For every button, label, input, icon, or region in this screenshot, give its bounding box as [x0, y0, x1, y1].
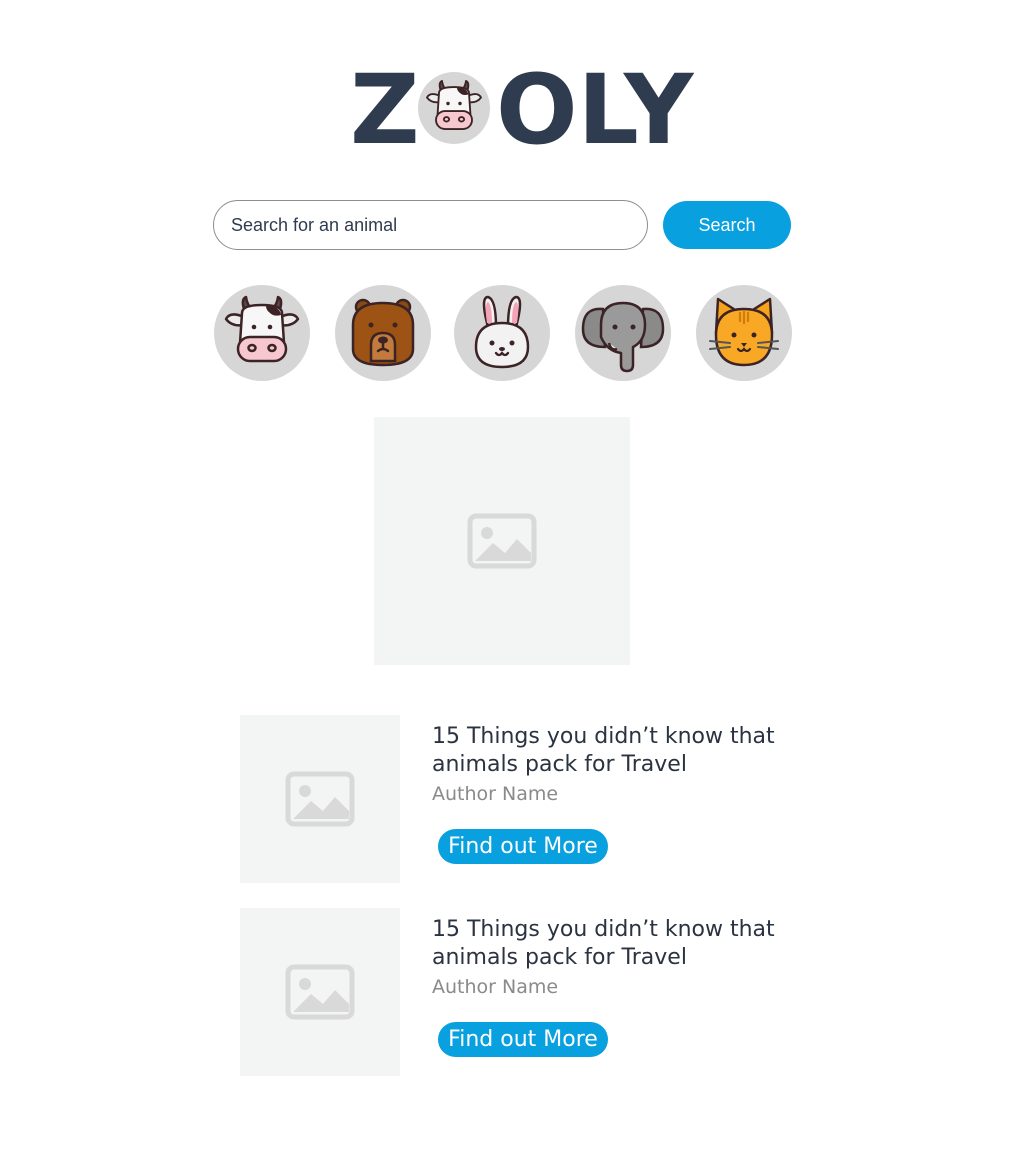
cat-face-icon	[696, 285, 792, 381]
rabbit-face-icon	[454, 285, 550, 381]
animal-button-elephant[interactable]	[575, 285, 671, 381]
cow-face-icon	[418, 72, 490, 144]
image-placeholder-icon	[285, 964, 355, 1020]
animal-button-cat[interactable]	[696, 285, 792, 381]
image-placeholder-icon	[285, 771, 355, 827]
image-placeholder-icon	[467, 513, 537, 569]
bear-face-icon	[335, 285, 431, 381]
animal-button-bear[interactable]	[335, 285, 431, 381]
animal-button-cow[interactable]	[214, 285, 310, 381]
search-input[interactable]	[213, 200, 648, 250]
article-author: Author Name	[432, 783, 559, 805]
logo-text-left: Z	[350, 54, 420, 166]
article-thumbnail	[240, 908, 400, 1076]
featured-image	[374, 417, 630, 665]
article-thumbnail	[240, 715, 400, 883]
cow-face-icon	[214, 285, 310, 381]
article-title[interactable]: 15 Things you didn’t know that animals p…	[432, 723, 792, 779]
logo-text-right: OLY	[496, 54, 694, 166]
logo-badge	[418, 72, 490, 144]
search-button[interactable]: Search	[663, 201, 791, 249]
animal-button-rabbit[interactable]	[454, 285, 550, 381]
find-out-more-button[interactable]: Find out More	[438, 829, 608, 864]
article-author: Author Name	[432, 976, 559, 998]
elephant-face-icon	[575, 285, 671, 381]
article-title[interactable]: 15 Things you didn’t know that animals p…	[432, 916, 792, 972]
find-out-more-button[interactable]: Find out More	[438, 1022, 608, 1057]
